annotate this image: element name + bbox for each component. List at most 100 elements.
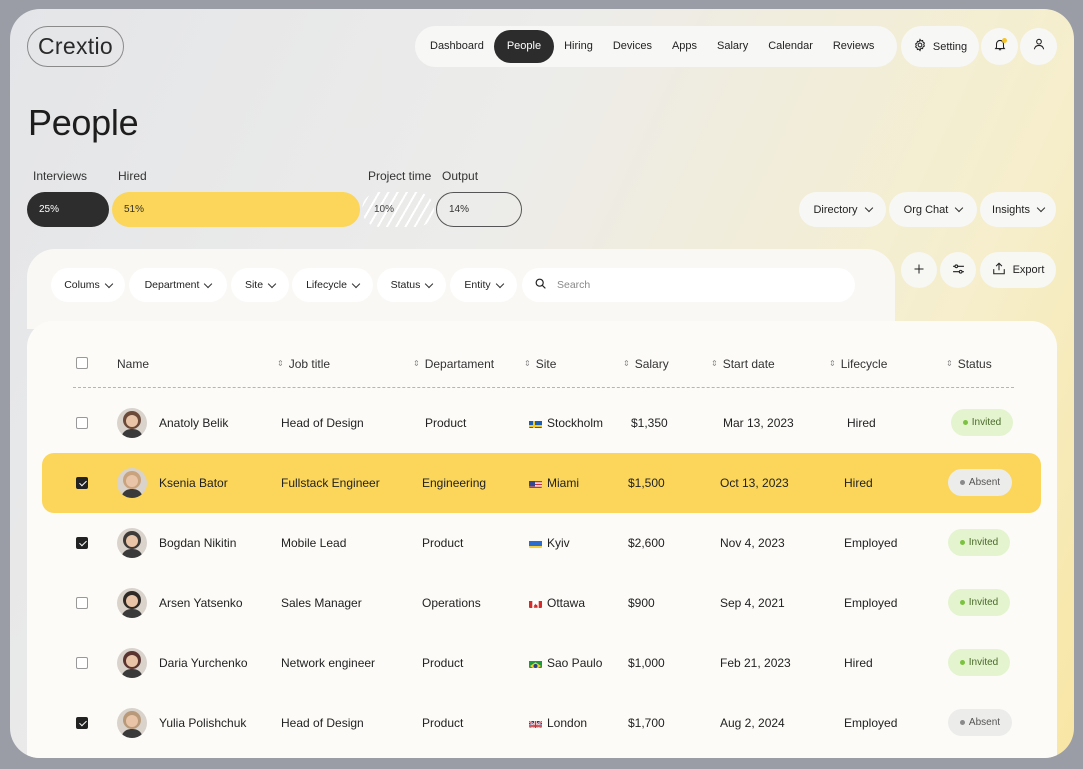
stat-label-interviews: Interviews bbox=[33, 169, 88, 183]
cell-department: Product bbox=[422, 536, 464, 550]
nav-salary[interactable]: Salary bbox=[707, 30, 758, 63]
cell-lifecycle: Hired bbox=[847, 416, 876, 430]
cell-site: Sao Paulo bbox=[547, 656, 603, 670]
sort-icon: ⇕ bbox=[829, 359, 836, 368]
stat-bar-project-time: 10% bbox=[362, 192, 434, 227]
chevron-down-icon bbox=[864, 203, 873, 213]
cell-site: Ottawa bbox=[547, 596, 586, 610]
cell-department: Operations bbox=[422, 596, 481, 610]
filter-lifecycle[interactable]: Lifecycle bbox=[292, 268, 373, 302]
row-checkbox[interactable] bbox=[76, 657, 88, 669]
add-button[interactable] bbox=[901, 252, 937, 288]
filter-colums[interactable]: Colums bbox=[51, 268, 125, 302]
stat-bar-output: 14% bbox=[436, 192, 522, 227]
flag-icon-ua bbox=[529, 538, 542, 548]
status-badge[interactable]: Absent bbox=[948, 469, 1012, 496]
status-badge[interactable]: Invited bbox=[948, 529, 1010, 556]
cell-salary: $1,500 bbox=[628, 476, 665, 490]
export-icon bbox=[992, 262, 1006, 278]
flag-icon-se bbox=[529, 418, 542, 428]
avatar bbox=[117, 588, 147, 618]
stat-label-output: Output bbox=[442, 169, 479, 183]
avatar bbox=[117, 528, 147, 558]
settings-filter-button[interactable] bbox=[940, 252, 976, 288]
cell-salary: $1,700 bbox=[628, 716, 665, 730]
cell-site: London bbox=[547, 716, 588, 730]
cell-name: Yulia Polishchuk bbox=[159, 716, 247, 730]
chevron-down-icon bbox=[955, 203, 964, 213]
profile-button[interactable] bbox=[1020, 28, 1057, 65]
cell-salary: $1,000 bbox=[628, 656, 665, 670]
cell-name: Arsen Yatsenko bbox=[159, 596, 243, 610]
row-checkbox[interactable] bbox=[76, 717, 88, 729]
cell-name: Daria Yurchenko bbox=[159, 656, 248, 670]
logo[interactable]: Crextio bbox=[27, 26, 124, 67]
export-button[interactable]: Export bbox=[980, 252, 1056, 288]
chevron-down-icon bbox=[351, 279, 361, 288]
cell-name: Anatoly Belik bbox=[159, 416, 229, 430]
row-checkbox[interactable] bbox=[76, 597, 88, 609]
row-checkbox[interactable] bbox=[76, 477, 88, 489]
cell-department: Engineering bbox=[422, 476, 487, 490]
filter-entity[interactable]: Entity bbox=[450, 268, 517, 302]
cell-job-title: Sales Manager bbox=[281, 596, 362, 610]
cell-site: Stockholm bbox=[547, 416, 604, 430]
header-name[interactable]: Name bbox=[117, 357, 149, 371]
setting-label: Setting bbox=[932, 40, 968, 53]
avatar bbox=[117, 648, 147, 678]
filter-status[interactable]: Status bbox=[377, 268, 446, 302]
header-department[interactable]: ⇕ Departament bbox=[413, 357, 494, 371]
nav-calendar[interactable]: Calendar bbox=[758, 30, 823, 63]
row-checkbox[interactable] bbox=[76, 417, 88, 429]
directory-dropdown[interactable]: Directory bbox=[799, 192, 886, 227]
nav-dashboard[interactable]: Dashboard bbox=[419, 30, 494, 63]
setting-button[interactable]: Setting bbox=[901, 26, 979, 67]
stat-bar-hired: 51% bbox=[112, 192, 360, 227]
filter-site[interactable]: Site bbox=[231, 268, 289, 302]
cell-job-title: Head of Design bbox=[281, 716, 364, 730]
status-dot bbox=[962, 420, 968, 425]
sort-icon: ⇕ bbox=[277, 359, 284, 368]
chevron-down-icon bbox=[495, 279, 504, 288]
cell-site: Miami bbox=[547, 476, 579, 490]
cell-lifecycle: Hired bbox=[844, 656, 873, 670]
nav-people[interactable]: People bbox=[493, 30, 555, 63]
status-badge[interactable]: Absent bbox=[948, 709, 1012, 736]
sort-icon: ⇕ bbox=[946, 359, 953, 368]
insights-dropdown[interactable]: Insights bbox=[980, 192, 1056, 227]
header-site[interactable]: ⇕ Site bbox=[524, 357, 556, 371]
cell-job-title: Head of Design bbox=[281, 416, 364, 430]
org-chat-dropdown[interactable]: Org Chat bbox=[889, 192, 977, 227]
filter-department[interactable]: Department bbox=[129, 268, 227, 302]
nav-apps[interactable]: Apps bbox=[662, 30, 707, 63]
header-job-title[interactable]: ⇕ Job title bbox=[277, 357, 330, 371]
header-start-date[interactable]: ⇕ Start date bbox=[711, 357, 775, 371]
status-dot bbox=[959, 720, 965, 725]
nav-hiring[interactable]: Hiring bbox=[554, 30, 603, 63]
cell-start-date: Sep 4, 2021 bbox=[720, 596, 785, 610]
row-checkbox[interactable] bbox=[76, 537, 88, 549]
nav-devices[interactable]: Devices bbox=[603, 30, 662, 63]
cell-department: Product bbox=[422, 716, 464, 730]
notifications-button[interactable] bbox=[981, 28, 1018, 65]
cell-salary: $900 bbox=[628, 596, 655, 610]
cell-job-title: Network engineer bbox=[281, 656, 376, 670]
header-salary[interactable]: ⇕ Salary bbox=[623, 357, 669, 371]
cell-name: Ksenia Bator bbox=[159, 476, 228, 490]
nav-reviews[interactable]: Reviews bbox=[823, 30, 885, 63]
top-nav: Dashboard People Hiring Devices Apps Sal… bbox=[415, 26, 897, 67]
notification-dot bbox=[1002, 38, 1007, 43]
status-badge[interactable]: Invited bbox=[951, 409, 1013, 436]
header-lifecycle[interactable]: ⇕ Lifecycle bbox=[829, 357, 887, 371]
chevron-down-icon bbox=[267, 279, 277, 288]
cell-lifecycle: Employed bbox=[844, 536, 898, 550]
header-status[interactable]: ⇕ Status bbox=[946, 357, 992, 371]
search-input[interactable]: Search bbox=[522, 268, 855, 302]
status-dot bbox=[959, 480, 965, 485]
cell-site: Kyiv bbox=[547, 536, 570, 550]
status-badge[interactable]: Invited bbox=[948, 589, 1010, 616]
plus-icon bbox=[913, 263, 925, 278]
status-badge[interactable]: Invited bbox=[948, 649, 1010, 676]
select-all-checkbox[interactable] bbox=[76, 357, 88, 369]
flag-icon-br bbox=[529, 658, 542, 668]
